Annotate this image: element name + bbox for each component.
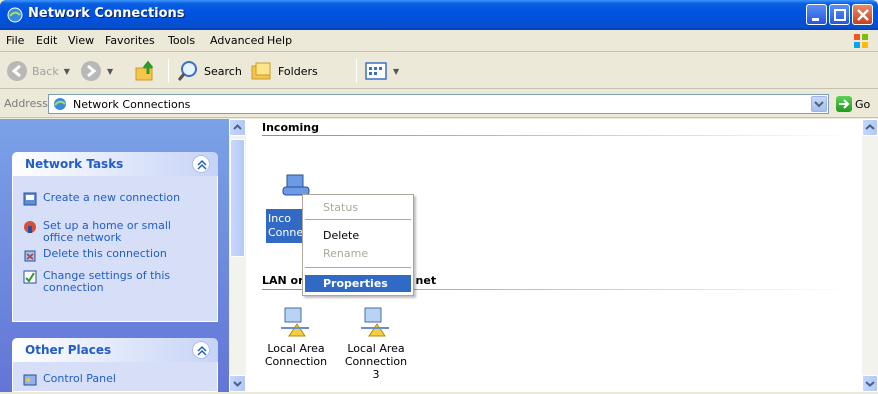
network-connections-icon xyxy=(7,7,23,23)
forward-arrow-icon xyxy=(81,61,101,81)
address-input[interactable]: Network Connections xyxy=(48,94,829,114)
chevron-down-icon xyxy=(233,381,242,387)
task-delete-connection[interactable]: Delete this connection xyxy=(23,248,203,262)
network-connections-icon xyxy=(54,98,66,110)
views-dropdown-icon[interactable]: ▼ xyxy=(393,67,399,76)
address-label: Address xyxy=(4,97,48,110)
up-folder-icon xyxy=(135,60,154,81)
network-tasks-title: Network Tasks xyxy=(25,157,124,171)
collapse-icon[interactable] xyxy=(192,155,210,173)
up-folder-button[interactable] xyxy=(134,58,158,84)
place-label: Control Panel xyxy=(43,372,116,385)
context-delete[interactable]: Delete xyxy=(305,227,411,244)
task-label: Create a new connection xyxy=(43,191,181,204)
lan-connection-icon xyxy=(281,307,309,337)
address-dropdown-button[interactable] xyxy=(811,96,827,112)
chevron-down-icon xyxy=(814,101,824,108)
other-places-header[interactable]: Other Places xyxy=(12,338,218,362)
delete-connection-icon xyxy=(24,250,36,262)
context-menu: Status Delete Rename Properties xyxy=(302,194,414,296)
forward-dropdown-icon[interactable]: ▼ xyxy=(107,67,113,76)
menu-view[interactable]: View xyxy=(68,34,94,47)
search-label: Search xyxy=(204,64,242,78)
menu-tools[interactable]: Tools xyxy=(168,34,195,47)
close-button[interactable] xyxy=(852,4,873,25)
back-arrow-icon xyxy=(7,61,27,81)
control-panel-icon xyxy=(23,374,37,386)
chevron-up-icon xyxy=(233,124,242,130)
folders-label: Folders xyxy=(278,64,318,78)
scroll-up-button[interactable] xyxy=(862,119,878,136)
menu-favorites[interactable]: Favorites xyxy=(105,34,155,47)
chevron-up-icon xyxy=(865,124,875,130)
address-value: Network Connections xyxy=(73,98,191,111)
chevron-down-icon xyxy=(865,381,875,387)
lan-connection-icon xyxy=(361,307,389,337)
local-area-connection-3-item[interactable]: Local Area Connection 3 xyxy=(340,306,412,381)
maximize-button[interactable] xyxy=(829,4,850,25)
toolbar: Back ▼ ▼ Search Folders ▼ xyxy=(0,53,878,89)
search-button[interactable]: Search xyxy=(176,58,242,84)
menu-file[interactable]: File xyxy=(6,34,24,47)
task-label: Set up a home or small office network xyxy=(43,219,171,244)
settings-icon xyxy=(23,270,37,284)
scroll-down-button[interactable] xyxy=(862,375,878,392)
go-arrow-icon xyxy=(836,96,852,112)
other-places-panel: Control Panel xyxy=(12,362,218,392)
network-tasks-header[interactable]: Network Tasks xyxy=(12,152,218,176)
menu-bar: File Edit View Favorites Tools Advanced … xyxy=(0,30,878,52)
address-bar: Address Network Connections Go xyxy=(0,90,878,118)
windows-logo-icon xyxy=(854,34,868,48)
context-rename[interactable]: Rename xyxy=(305,245,411,262)
new-connection-icon xyxy=(23,192,37,206)
place-control-panel[interactable]: Control Panel xyxy=(23,373,203,387)
task-create-connection[interactable]: Create a new connection xyxy=(23,192,203,206)
scroll-thumb[interactable] xyxy=(230,139,245,257)
group-header-incoming: Incoming xyxy=(262,121,319,134)
connection-label: Local Area Connection 3 xyxy=(344,342,408,381)
back-button[interactable]: Back ▼ xyxy=(6,58,70,84)
task-label: Delete this connection xyxy=(43,247,167,260)
go-label: Go xyxy=(855,97,871,111)
scroll-up-button[interactable] xyxy=(229,119,246,136)
task-change-settings[interactable]: Change settings of this connection xyxy=(23,270,203,294)
task-pane-scrollbar[interactable] xyxy=(229,119,246,392)
other-places-title: Other Places xyxy=(25,343,112,357)
task-label: Change settings of this connection xyxy=(43,269,171,294)
menu-edit[interactable]: Edit xyxy=(36,34,57,47)
window-title: Network Connections xyxy=(28,6,185,21)
network-tasks-panel: Create a new connection Set up a home or… xyxy=(12,176,218,322)
minimize-button[interactable] xyxy=(806,4,827,25)
folders-button[interactable]: Folders xyxy=(250,58,318,84)
go-button[interactable]: Go xyxy=(836,96,870,112)
context-status[interactable]: Status xyxy=(305,199,411,216)
maximize-icon xyxy=(834,9,846,21)
views-button[interactable]: ▼ xyxy=(364,58,399,84)
close-icon xyxy=(857,9,869,21)
content-scrollbar[interactable] xyxy=(862,119,878,392)
connection-label: Local Area Connection xyxy=(264,342,328,368)
scroll-down-button[interactable] xyxy=(229,375,246,392)
context-properties[interactable]: Properties xyxy=(305,275,411,292)
search-icon xyxy=(177,61,197,81)
local-area-connection-item[interactable]: Local Area Connection xyxy=(260,306,332,368)
menu-help[interactable]: Help xyxy=(267,34,292,47)
forward-button[interactable]: ▼ xyxy=(80,58,113,84)
menu-advanced[interactable]: Advanced xyxy=(210,34,264,47)
views-icon xyxy=(365,62,387,80)
minimize-icon xyxy=(812,18,819,21)
title-bar[interactable]: Network Connections xyxy=(0,0,878,30)
folders-icon xyxy=(251,62,271,80)
back-dropdown-icon[interactable]: ▼ xyxy=(64,67,70,76)
task-pane: Network Tasks Create a new connection Se… xyxy=(0,119,229,392)
back-label: Back xyxy=(32,64,59,78)
task-home-network[interactable]: Set up a home or small office network xyxy=(23,220,203,244)
collapse-icon[interactable] xyxy=(192,341,210,359)
home-network-icon xyxy=(24,221,36,233)
